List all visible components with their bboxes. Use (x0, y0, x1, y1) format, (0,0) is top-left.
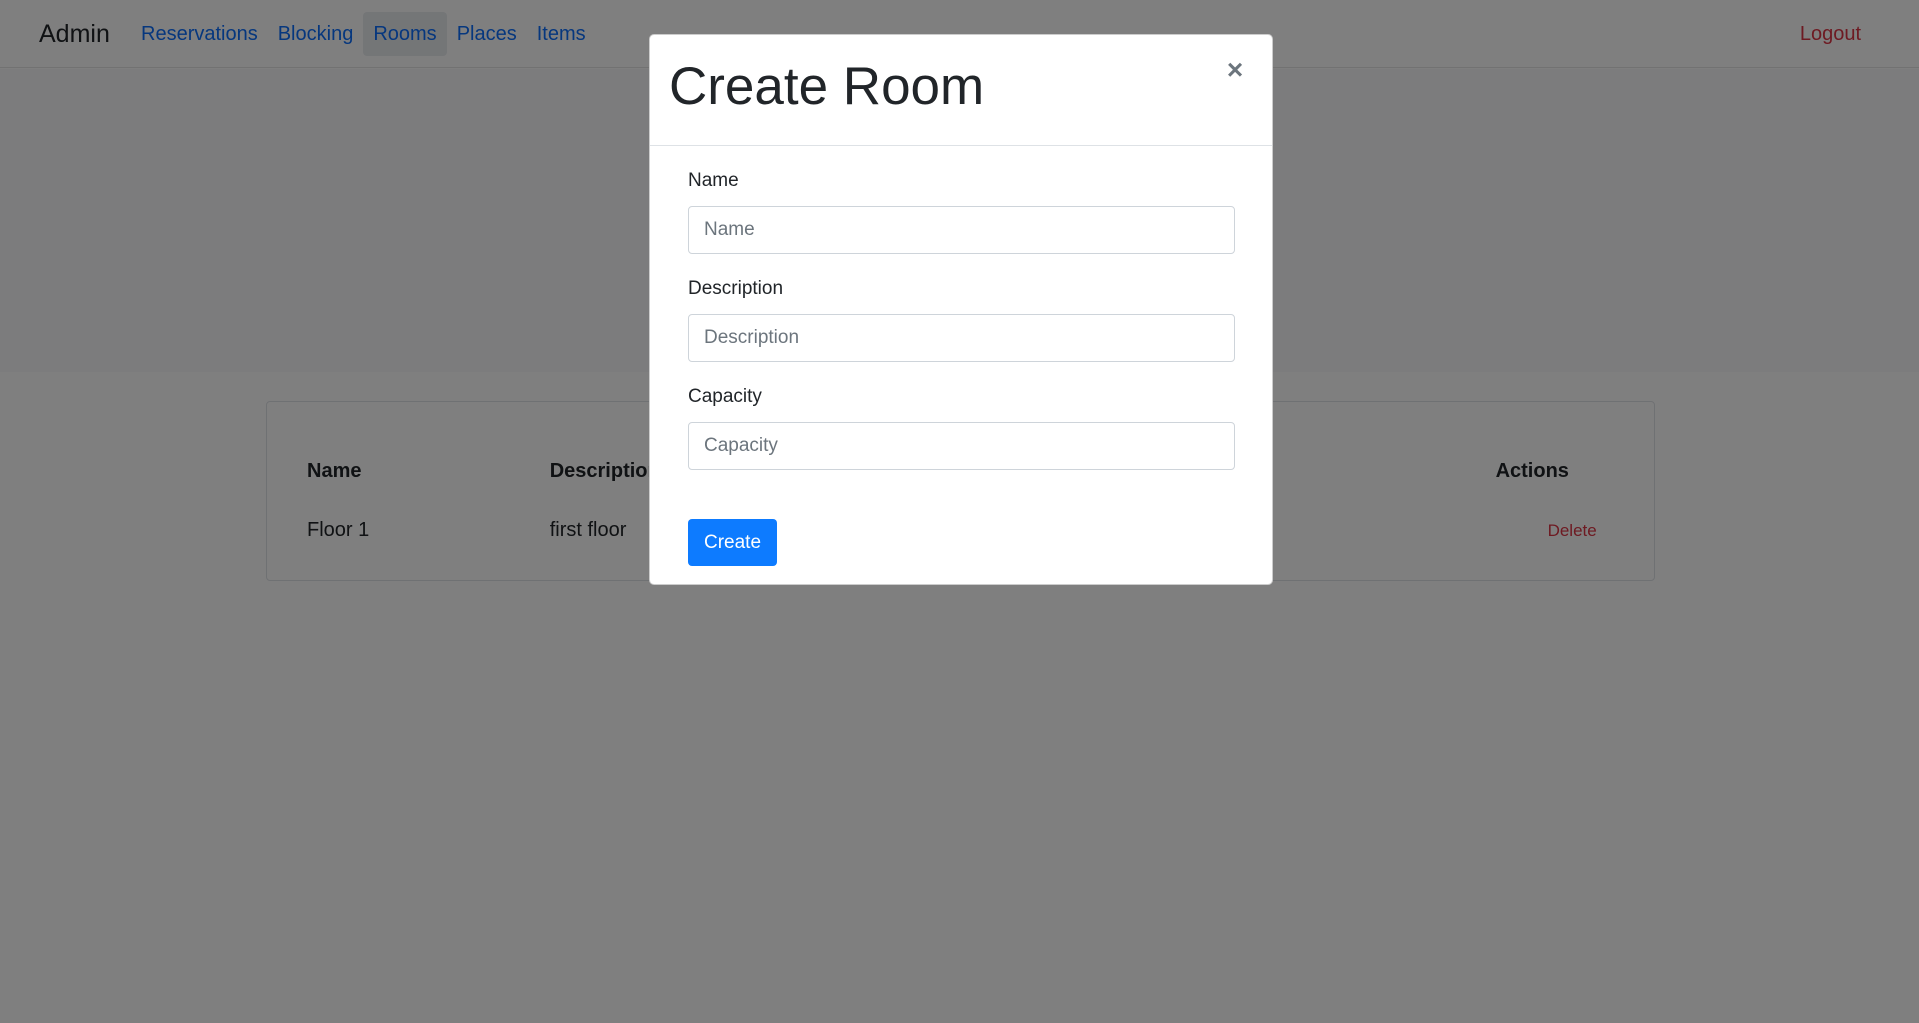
modal-header: Create Room × (650, 35, 1272, 146)
name-label: Name (688, 170, 739, 191)
page: Admin Reservations Blocking Rooms Places… (0, 0, 1919, 1023)
description-label: Description (688, 278, 784, 299)
create-button[interactable]: Create (688, 519, 777, 566)
name-form-group: Name (688, 169, 1235, 254)
capacity-label: Capacity (688, 386, 762, 407)
close-icon[interactable]: × (1220, 55, 1250, 85)
description-input[interactable] (688, 314, 1235, 362)
description-form-group: Description (688, 277, 1235, 362)
capacity-form-group: Capacity (688, 385, 1235, 470)
modal-title: Create Room (669, 57, 985, 116)
create-room-modal: Create Room × Name Description Capacity … (649, 34, 1273, 585)
capacity-input[interactable] (688, 422, 1235, 470)
name-input[interactable] (688, 206, 1235, 254)
